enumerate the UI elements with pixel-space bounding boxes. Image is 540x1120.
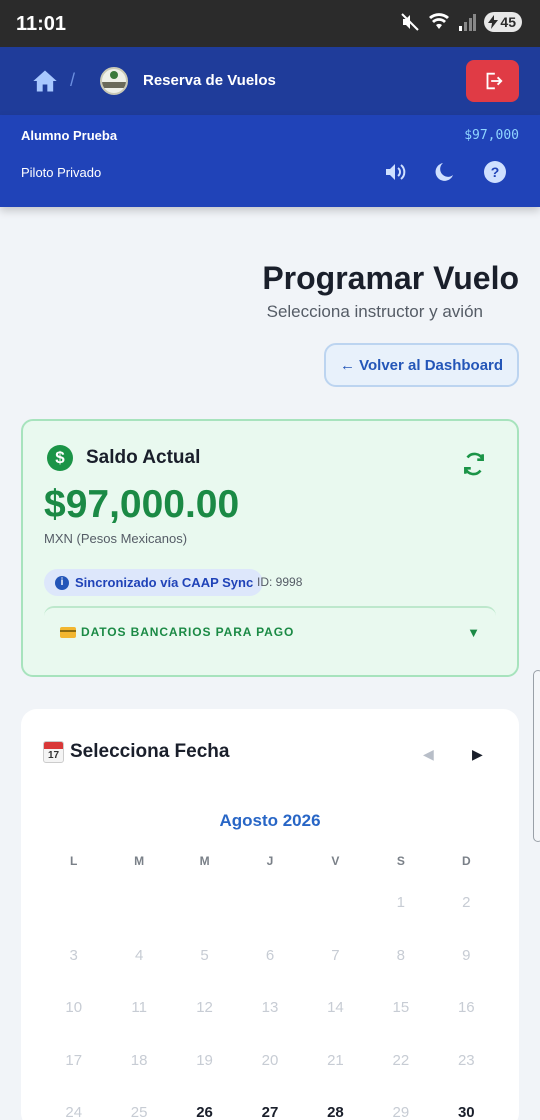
balance-amount: $97,000.00 <box>44 483 240 526</box>
calendar-day: 13 <box>261 999 279 1016</box>
calendar-day: 23 <box>457 1051 475 1069</box>
calendar-day: 1 <box>396 894 406 911</box>
sync-label: Sincronizado vía CAAP Sync <box>75 575 254 590</box>
page-header: Programar Vuelo Selecciona instructor y … <box>262 260 519 322</box>
calendar-day[interactable]: 30 <box>434 1104 499 1120</box>
next-month-button[interactable]: ▶ <box>472 746 483 763</box>
chevron-down-icon: ▼ <box>467 624 480 640</box>
logo-icon <box>100 67 128 95</box>
bank-details-label-group: DATOS BANCARIOS PARA PAGO <box>60 625 467 639</box>
balance-title: Saldo Actual <box>86 447 201 468</box>
weekday-label: S <box>396 854 405 868</box>
speaker-icon[interactable] <box>383 160 407 184</box>
status-bar: 11:01 45 <box>0 0 540 47</box>
calendar-day: 7 <box>331 946 340 964</box>
wifi-icon <box>429 13 450 29</box>
calendar-icon: 17 <box>43 741 64 763</box>
weekday-label: J <box>266 854 274 868</box>
weekday-label: M <box>134 854 145 868</box>
calendar-empty-cell <box>106 894 171 947</box>
calendar-day: 11 <box>131 999 147 1016</box>
breadcrumb-separator: / <box>70 70 76 90</box>
calendar-day[interactable]: 28 <box>303 1104 368 1120</box>
mute-icon <box>401 13 420 31</box>
calendar-day: 24 <box>65 1104 83 1120</box>
logout-icon <box>486 72 503 90</box>
weekday-header: LMMJVSD <box>41 854 499 868</box>
top-nav: / Reserva de Vuelos <box>0 47 540 115</box>
bank-details-label: DATOS BANCARIOS PARA PAGO <box>81 625 295 639</box>
calendar-empty-cell <box>237 894 302 947</box>
user-balance: $97,000 <box>464 128 519 143</box>
calendar-icon-number: 17 <box>47 750 60 761</box>
credit-card-icon <box>60 626 76 638</box>
bank-details-toggle[interactable]: DATOS BANCARIOS PARA PAGO ▼ <box>44 606 496 656</box>
calendar-day: 3 <box>69 946 78 964</box>
calendar-day: 29 <box>392 1104 410 1120</box>
calendar-day: 6 <box>265 946 275 964</box>
calendar-empty-cell <box>172 894 237 947</box>
status-icons: 45 <box>400 12 522 32</box>
calendar-day: 4 <box>134 946 144 964</box>
calendar-day: 21 <box>327 1051 344 1069</box>
weekday-label: D <box>461 854 471 868</box>
scroll-handle[interactable] <box>533 670 540 842</box>
info-icon: i <box>55 575 69 590</box>
date-picker-card: 17 Selecciona Fecha ◀ ▶ Agosto 2026 LMMJ… <box>21 709 519 1120</box>
date-section-label: Selecciona Fecha <box>70 741 230 762</box>
sync-badge: i Sincronizado vía CAAP Sync <box>44 569 264 596</box>
calendar-day: 20 <box>261 1051 279 1069</box>
calendar-day: 10 <box>65 999 83 1016</box>
user-bar: Alumno Prueba $97,000 Piloto Privado ? <box>0 115 540 207</box>
calendar-day: 15 <box>392 999 410 1016</box>
page-title-nav: Reserva de Vuelos <box>143 72 276 89</box>
prev-month-button[interactable]: ◀ <box>423 746 434 763</box>
page-title: Programar Vuelo <box>262 260 519 296</box>
calendar-day: 9 <box>462 946 471 964</box>
calendar-day: 8 <box>396 946 406 964</box>
calendar-day[interactable]: 27 <box>237 1104 302 1120</box>
calendar-day[interactable]: 26 <box>172 1104 237 1120</box>
calendar-day: 19 <box>196 1051 213 1069</box>
signal-icon <box>459 14 477 31</box>
sync-id: ID: 9998 <box>257 575 303 589</box>
page-subtitle: Selecciona instructor y avión <box>266 302 483 321</box>
user-name: Alumno Prueba <box>21 128 118 143</box>
calendar-day: 2 <box>462 894 471 911</box>
status-time: 11:01 <box>16 13 67 35</box>
calendar-day: 12 <box>196 999 213 1016</box>
balance-card: $ Saldo Actual $97,000.00 MXN (Pesos Mex… <box>21 419 519 677</box>
moon-icon[interactable] <box>433 160 457 184</box>
month-title: Agosto 2026 <box>219 811 321 830</box>
calendar-day: 18 <box>130 1051 148 1069</box>
svg-text:?: ? <box>491 164 500 180</box>
calendar-grid: 1 2 3 4 5 6 7 8 9 10 11 12 13 14 15 16 17 18 19 20 21 22 23 24 2… <box>41 894 499 1120</box>
balance-currency: MXN (Pesos Mexicanos) <box>44 531 188 546</box>
calendar-day: 16 <box>457 999 475 1016</box>
calendar-day: 14 <box>327 999 344 1016</box>
calendar-day: 5 <box>200 946 209 964</box>
user-rank: Piloto Privado <box>21 165 102 180</box>
dollar-icon: $ <box>47 445 73 471</box>
calendar-empty-cell <box>41 894 106 947</box>
refresh-icon[interactable] <box>461 451 487 477</box>
logout-button[interactable] <box>466 60 519 102</box>
help-icon[interactable]: ? <box>483 160 507 184</box>
charging-icon <box>488 15 499 29</box>
calendar-day: 22 <box>392 1051 410 1069</box>
home-icon[interactable] <box>31 67 59 95</box>
battery-indicator: 45 <box>484 12 522 32</box>
date-section-title: 17 Selecciona Fecha <box>43 741 229 763</box>
calendar-day: 25 <box>130 1104 148 1120</box>
calendar-empty-cell <box>303 894 368 947</box>
weekday-label: M <box>199 854 210 868</box>
user-actions: ? <box>383 160 507 184</box>
weekday-label: L <box>70 854 78 868</box>
back-to-dashboard-button[interactable]: ← Volver al Dashboard <box>324 343 519 387</box>
calendar-day: 17 <box>65 1051 83 1069</box>
weekday-label: V <box>331 854 340 868</box>
battery-level: 45 <box>500 14 516 30</box>
